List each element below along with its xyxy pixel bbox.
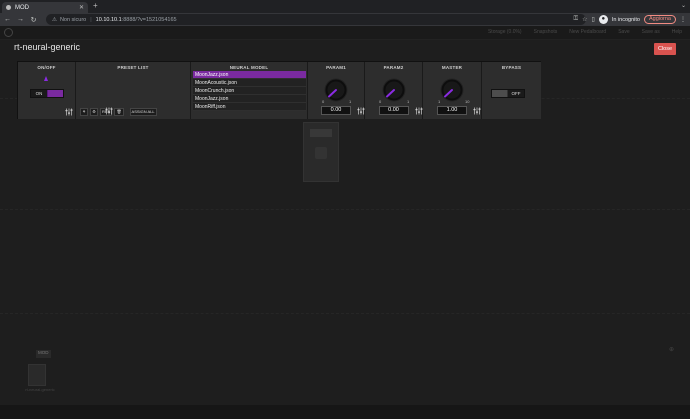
address-bar[interactable]: ⚠ Non sicuro | 10.10.10.1 :8888/?v=15210… [46, 14, 586, 25]
incognito-icon[interactable]: ● [598, 15, 608, 24]
onoff-label: ON/OFF [37, 65, 56, 70]
forward-arrow-icon[interactable]: → [15, 16, 26, 23]
menu-icon[interactable]: ⋮ [680, 16, 686, 23]
sliders-settings-icon[interactable] [415, 107, 423, 115]
new-tab-button[interactable]: + [93, 1, 98, 10]
grid-line [0, 313, 690, 314]
update-button[interactable]: Aggiorna [643, 15, 676, 24]
master-label: MASTER [441, 65, 463, 70]
security-label: Non sicuro [59, 16, 87, 23]
browser-tab[interactable]: MOD ✕ [2, 2, 88, 13]
favicon-icon [6, 5, 11, 10]
led-indicator-icon [44, 76, 48, 81]
topnav-item[interactable]: Save [618, 29, 629, 35]
topnav-item[interactable]: Storage (0.0%) [488, 29, 522, 35]
warning-icon: ⚠ [52, 16, 57, 23]
reload-icon[interactable]: ↻ [28, 16, 39, 24]
plugin-category-tabs: MOD [0, 350, 690, 358]
incognito-label: In incognito [611, 16, 640, 23]
grid-line [0, 209, 690, 210]
sliders-settings-icon[interactable] [105, 107, 113, 115]
param2-knob[interactable] [381, 77, 407, 103]
app-topbar: Storage (0.0%) Snapshots New Pedalboard … [0, 26, 690, 40]
neural-model-list: MoonJazz.json MoonAcoustic.json MoonCrun… [193, 71, 306, 111]
mod-logo-icon [4, 28, 13, 37]
topnav-item[interactable]: Save as [642, 29, 660, 35]
browser-toolbar: ← → ↻ ⚠ Non sicuro | 10.10.10.1 :8888/?v… [0, 13, 690, 26]
key-icon[interactable]: ⚿ [574, 16, 579, 23]
address-separator: | [90, 16, 92, 23]
back-arrow-icon[interactable]: ← [2, 16, 13, 23]
toggle-thumb [492, 90, 509, 97]
sliders-settings-icon[interactable] [65, 108, 73, 116]
topnav-item[interactable]: Help [672, 29, 682, 35]
preset-assign-all-button[interactable]: ASSIGN ALL [129, 108, 157, 116]
param1-value[interactable]: 0.00 [321, 106, 351, 115]
model-list-item[interactable]: MoonAcoustic.json [193, 79, 306, 87]
param1-max: 1 [349, 99, 352, 104]
neural-model-section: NEURAL MODEL MoonJazz.json MoonAcoustic.… [191, 62, 308, 119]
url-host: 10.10.10.1 [95, 16, 122, 23]
preset-list-section: PRESET LIST ⚘ ⚙ REN 🗑 ASSIGN ALL [76, 62, 191, 119]
onoff-state-label: ON [35, 91, 43, 96]
param2-value[interactable]: 0.00 [378, 106, 409, 115]
master-min: 1 [438, 99, 441, 104]
plugin-thumbnail[interactable] [28, 364, 46, 386]
plugin-control-panel: ON/OFF ON PRESET LIST ⚘ ⚙ REN 🗑 ASSIGN A… [17, 61, 541, 119]
star-icon[interactable]: ☆ [582, 16, 587, 23]
modal-title: rt-neural-generic [14, 42, 81, 52]
preset-share-icon[interactable]: ⚙ [90, 108, 98, 116]
bypass-section: BYPASS OFF [482, 62, 541, 119]
master-knob[interactable] [439, 77, 465, 103]
param2-max: 1 [407, 99, 410, 104]
topnav-item[interactable]: New Pedalboard [569, 29, 606, 35]
param2-min: 0 [379, 99, 382, 104]
bypass-state-label: OFF [511, 91, 521, 96]
pedal-thumbnail[interactable] [303, 122, 339, 182]
plugin-thumbnail-label: rt-neural-generic [25, 387, 55, 392]
bypass-label: BYPASS [501, 65, 522, 70]
onoff-section: ON/OFF ON [18, 62, 76, 119]
sidebar-icon[interactable]: ▯ [592, 16, 595, 23]
preset-list-label: PRESET LIST [117, 65, 149, 70]
master-value[interactable]: 1.00 [437, 106, 467, 115]
master-max: 10 [465, 99, 470, 104]
browser-tab-title: MOD [15, 4, 29, 11]
tab-search-icon[interactable]: ⌄ [681, 2, 686, 9]
param1-label: PARAM1 [326, 65, 346, 70]
app-topnav: Storage (0.0%) Snapshots New Pedalboard … [488, 29, 682, 35]
category-tab-active[interactable]: MOD [36, 350, 51, 358]
close-button[interactable]: Close [654, 43, 676, 55]
tab-close-icon[interactable]: ✕ [79, 4, 84, 11]
browser-tabstrip: MOD ✕ + ⌄ [0, 0, 690, 13]
param1-knob[interactable] [323, 77, 349, 103]
preset-save-icon[interactable]: ⚘ [80, 108, 88, 116]
param2-label: PARAM2 [383, 65, 404, 70]
pedal-thumbnail-label [310, 129, 332, 137]
toggle-thumb [46, 90, 63, 97]
sliders-settings-icon[interactable] [357, 107, 365, 115]
topnav-item[interactable]: Snapshots [534, 29, 558, 35]
bypass-toggle[interactable]: OFF [491, 89, 525, 98]
model-list-item[interactable]: MoonRiff.json [193, 103, 306, 111]
model-list-item[interactable]: MoonCrunch.json [193, 87, 306, 95]
model-list-item[interactable]: MoonJazz.json [193, 95, 306, 103]
onoff-toggle[interactable]: ON [30, 89, 64, 98]
app-statusbar [0, 405, 690, 419]
toolbar-right: ⚿ ☆ ▯ ● In incognito Aggiorna ⋮ [574, 14, 686, 25]
pedal-thumbnail-knob [315, 147, 327, 159]
param1-min: 0 [322, 99, 325, 104]
sliders-settings-icon[interactable] [473, 107, 481, 115]
url-path: :8888/?v=1521054165 [121, 16, 177, 23]
model-list-item[interactable]: MoonJazz.json [193, 71, 306, 79]
preset-delete-icon[interactable]: 🗑 [114, 108, 124, 116]
neural-model-label: NEURAL MODEL [229, 65, 269, 70]
preset-buttons: ⚘ ⚙ REN 🗑 ASSIGN ALL [80, 108, 157, 116]
